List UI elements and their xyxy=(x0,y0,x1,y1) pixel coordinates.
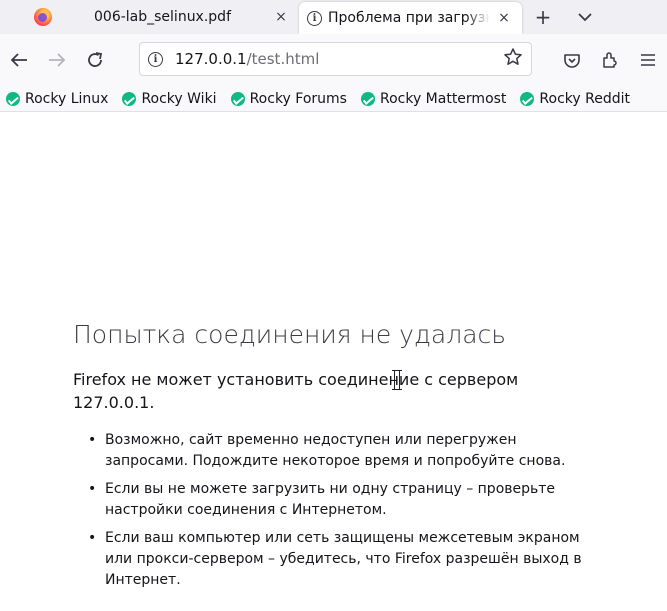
extensions-button[interactable] xyxy=(591,41,629,79)
extensions-icon xyxy=(603,52,617,68)
rocky-logo-icon xyxy=(122,91,137,106)
back-arrow-icon xyxy=(10,53,27,67)
tab-title: 006-lab_selinux.pdf xyxy=(94,9,231,25)
error-tips-list: Возможно, сайт временно недоступен или п… xyxy=(88,430,588,598)
bookmark-rocky-mattermost[interactable]: Rocky Mattermost xyxy=(360,90,507,107)
rocky-logo-icon xyxy=(360,91,375,106)
rocky-logo-icon xyxy=(6,91,20,106)
star-icon[interactable] xyxy=(503,47,523,72)
back-button[interactable] xyxy=(0,41,38,79)
list-item: Если ваш компьютер или сеть защищены меж… xyxy=(88,528,588,591)
close-icon[interactable]: × xyxy=(496,10,512,26)
tab-strip: 006-lab_selinux.pdf × i Проблема при заг… xyxy=(0,0,667,34)
error-title: Попытка соединения не удалась xyxy=(73,320,506,349)
chevron-down-icon xyxy=(578,13,592,22)
app-menu-button[interactable] xyxy=(629,41,667,79)
bookmark-label: Rocky Reddit xyxy=(539,90,630,107)
close-icon[interactable]: × xyxy=(273,9,289,25)
firefox-logo-icon xyxy=(34,8,52,26)
pocket-icon xyxy=(564,54,580,68)
bookmark-rocky-wiki[interactable]: Rocky Wiki xyxy=(122,90,217,107)
error-description: Firefox не может установить соединение с… xyxy=(73,370,519,412)
bookmark-rocky-forums[interactable]: Rocky Forums xyxy=(230,90,347,107)
bookmark-rocky-reddit[interactable]: Rocky Reddit xyxy=(520,91,630,107)
bookmark-rocky-linux[interactable]: Rocky Linux xyxy=(6,91,108,107)
reload-button[interactable] xyxy=(76,41,114,79)
list-item: Возможно, сайт временно недоступен или п… xyxy=(88,430,588,472)
text-cursor-icon xyxy=(392,370,402,390)
bookmarks-toolbar: Rocky Linux Rocky Wiki Rocky Forums Rock… xyxy=(0,86,667,112)
info-icon[interactable]: i xyxy=(148,51,163,67)
url-path: /test.html xyxy=(246,50,320,68)
list-item: Если вы не можете загрузить ни одну стра… xyxy=(88,479,588,521)
forward-button[interactable] xyxy=(38,41,76,79)
forward-arrow-icon xyxy=(49,53,66,67)
tab-active[interactable]: i Проблема при загрузке страницы × xyxy=(299,2,522,34)
rocky-logo-icon xyxy=(520,91,535,106)
hamburger-menu-icon xyxy=(641,54,655,66)
bookmark-label: Rocky Mattermost xyxy=(379,90,507,107)
pocket-button[interactable] xyxy=(553,41,591,79)
page-content: Попытка соединения не удалась Firefox не… xyxy=(0,112,667,611)
list-all-tabs-button[interactable] xyxy=(564,0,606,34)
firefox-view-button[interactable] xyxy=(0,0,86,34)
bookmark-label: Rocky Linux xyxy=(25,90,109,107)
rocky-logo-icon xyxy=(230,91,245,106)
tab-pdf[interactable]: 006-lab_selinux.pdf × xyxy=(86,0,299,34)
url-bar[interactable]: i 127.0.0.1/test.html xyxy=(139,42,532,76)
url-host: 127.0.0.1 xyxy=(175,50,247,68)
navigation-toolbar: i 127.0.0.1/test.html xyxy=(0,34,667,86)
bookmark-label: Rocky Forums xyxy=(249,90,347,107)
bookmark-label: Rocky Wiki xyxy=(141,90,217,107)
plus-icon: + xyxy=(534,5,552,29)
toolbar-right xyxy=(553,34,667,86)
reload-icon xyxy=(88,52,103,67)
new-tab-button[interactable]: + xyxy=(522,0,564,34)
info-icon: i xyxy=(307,10,322,26)
tab-title: Проблема при загрузке страницы xyxy=(328,10,490,26)
